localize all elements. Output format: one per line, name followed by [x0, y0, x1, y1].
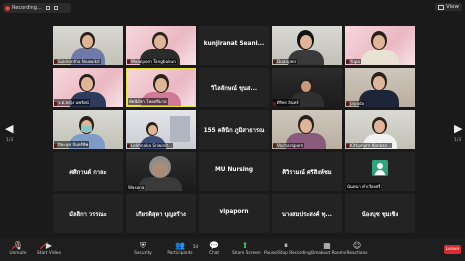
participant-name: Sukhontha Noawikit	[54, 59, 101, 64]
pause-recording-icon: ⏸	[284, 241, 288, 250]
participant-name: ทัศนีย์ชา โหดศรีมาส	[128, 98, 168, 105]
previous-page-arrow-icon[interactable]: ◀	[5, 123, 13, 134]
breakout-rooms-icon: ▦	[323, 241, 331, 250]
participant-tile[interactable]: Yupa	[345, 26, 415, 65]
share-screen-icon: ⬆	[241, 241, 249, 250]
participant-tile[interactable]: มัลลิกา วรรณะ	[53, 194, 123, 233]
participant-name: Walaiporn Tangbukun	[127, 59, 177, 64]
participant-name: Kittiphorn Konkan...	[346, 143, 393, 148]
participant-tile[interactable]: Duanpen	[272, 26, 342, 65]
meeting-toolbar: 🎙 Unmute ▶ Start Video ⛨ Security 👥 54 Pa…	[0, 238, 465, 261]
view-button[interactable]: View	[434, 3, 462, 11]
participant-tile[interactable]: MU Nursing	[199, 152, 269, 191]
participant-name: 155 คลินิก ภูมิสาธารณ	[203, 128, 265, 134]
participant-name: ศิริพร อินทร์	[273, 99, 300, 106]
participant-tile[interactable]: vipaporn	[199, 194, 269, 233]
shield-icon: ⛨	[140, 241, 146, 250]
start-video-button[interactable]: ▶ Start Video	[36, 241, 62, 256]
participant-tile[interactable]: เกียรติสุดา บุญสร้าง	[126, 194, 196, 233]
share-screen-label: Share Screen	[232, 251, 261, 256]
stop-recording-icon[interactable]	[53, 6, 58, 10]
participant-tile[interactable]: Lekhnaka Sriwinit...	[126, 110, 196, 149]
participant-tile[interactable]: ร.ต.หญิง นพรัตน์	[53, 68, 123, 107]
participant-name: Duanpen	[273, 59, 297, 64]
pause-recording-label: Pause/Stop Recording	[264, 251, 311, 256]
recording-indicator[interactable]: Recording...	[3, 3, 71, 13]
reactions-button[interactable]: ☺ Reactions	[346, 241, 368, 256]
breakout-rooms-label: Breakout Rooms	[311, 251, 347, 256]
participant-name: vipaporn	[219, 209, 249, 215]
participant-name: มัลลิกา วรรณะ	[69, 212, 107, 218]
page-indicator-left: 1/3	[6, 138, 14, 143]
avatar-icon	[372, 160, 388, 176]
participant-name: ร.ต.หญิง นพรัตน์	[54, 99, 90, 106]
participant-name: นางสมประสงค์ ทุ...	[281, 212, 332, 218]
next-page-arrow-icon[interactable]: ▶	[454, 123, 462, 134]
breakout-rooms-button[interactable]: ▦ Breakout Rooms	[311, 241, 347, 256]
participant-name: เกียรติสุดา บุญสร้าง	[136, 212, 186, 218]
participant-name: ศิวิรามณ์ ศรีสิงห์ชม	[282, 170, 332, 176]
participant-tile[interactable]: Vacharaporn	[272, 110, 342, 149]
microphone-muted-icon: 🎙	[11, 241, 24, 250]
participant-tile[interactable]: ศิริพร อินทร์	[272, 68, 342, 107]
leave-button[interactable]: Leave	[444, 245, 461, 254]
participant-name: นันทนา คำเวียงศรี	[346, 183, 382, 190]
participant-name: Vacharaporn	[273, 143, 305, 148]
participant-tile[interactable]: Sukhontha Noawikit	[53, 26, 123, 65]
participant-name: Jayada	[346, 101, 366, 106]
page-indicator-right: 1/3	[454, 138, 462, 143]
video-camera-off-icon: ▶	[36, 241, 62, 250]
participant-tile[interactable]: ปิยะนุช จันทร์ทิพ	[53, 110, 123, 149]
participants-count: 54	[193, 244, 199, 249]
pause-recording-icon[interactable]	[45, 6, 50, 10]
recording-label: Recording...	[12, 5, 42, 11]
participant-name: น้องบุช ชุมเชิง	[361, 212, 399, 218]
participants-button[interactable]: 👥 54 Participants	[167, 241, 199, 256]
participant-tile[interactable]: วิไลลักษณ์ ขุนส...	[199, 68, 269, 107]
top-bar: Recording... View	[0, 0, 465, 16]
participant-tile-active-speaker[interactable]: ทัศนีย์ชา โหดศรีมาส	[126, 68, 196, 107]
participant-name: Yupa	[346, 59, 361, 64]
chat-bubble-icon: 💬	[209, 241, 219, 250]
participant-tile[interactable]: นันทนา คำเวียงศรี	[345, 152, 415, 191]
pause-stop-recording-button[interactable]: ⏸ Pause/Stop Recording	[264, 241, 311, 256]
participant-tile[interactable]: Jayada	[345, 68, 415, 107]
chat-button[interactable]: 💬 Chat	[206, 241, 222, 256]
start-video-label: Start Video	[37, 251, 61, 256]
participant-name: ศศิกานต์ กาละ	[69, 170, 107, 176]
participant-tile[interactable]: Wasana	[126, 152, 196, 191]
unmute-button[interactable]: 🎙 Unmute	[8, 241, 28, 256]
participant-tile[interactable]: ศิวิรามณ์ ศรีสิงห์ชม	[272, 152, 342, 191]
participant-name: ปิยะนุช จันทร์ทิพ	[54, 141, 90, 148]
participant-name: Wasana	[127, 185, 146, 190]
grid-view-icon	[437, 4, 444, 10]
participants-icon: 👥 54	[175, 241, 199, 250]
participants-label: Participants	[167, 251, 193, 256]
participant-tile[interactable]: kunjiranat Seani...	[199, 26, 269, 65]
participant-tile[interactable]: Walaiporn Tangbukun	[126, 26, 196, 65]
view-label: View	[445, 4, 459, 10]
participant-name: MU Nursing	[214, 167, 254, 173]
security-label: Security	[134, 251, 152, 256]
security-button[interactable]: ⛨ Security	[133, 241, 153, 256]
share-screen-button[interactable]: ⬆ Share Screen	[232, 241, 261, 256]
participant-tile[interactable]: 155 คลินิก ภูมิสาธารณ	[199, 110, 269, 149]
participant-tile[interactable]: ศศิกานต์ กาละ	[53, 152, 123, 191]
participant-tile[interactable]: น้องบุช ชุมเชิง	[345, 194, 415, 233]
recording-dot-icon	[5, 5, 10, 11]
participant-tile[interactable]: นางสมประสงค์ ทุ...	[272, 194, 342, 233]
participant-name: Lekhnaka Sriwinit...	[127, 143, 173, 148]
unmute-label: Unmute	[9, 251, 27, 256]
reactions-icon: ☺	[352, 241, 362, 250]
reactions-label: Reactions	[346, 251, 368, 256]
participant-name: วิไลลักษณ์ ขุนส...	[210, 86, 258, 92]
participant-tile[interactable]: Kittiphorn Konkan...	[345, 110, 415, 149]
chat-label: Chat	[208, 251, 220, 256]
participant-name: kunjiranat Seani...	[203, 41, 265, 47]
